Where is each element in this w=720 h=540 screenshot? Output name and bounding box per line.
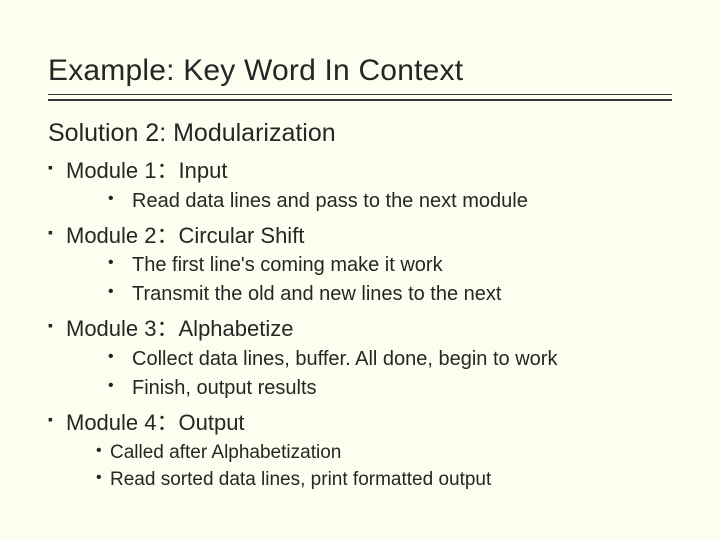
module-point: Called after Alphabetization: [96, 440, 672, 466]
module-point: Collect data lines, buffer. All done, be…: [108, 346, 672, 373]
module-item: Module 2：Circular Shift The first line's…: [48, 221, 672, 309]
module-heading: Module 1：Input: [66, 158, 227, 183]
module-points: Read data lines and pass to the next mod…: [66, 188, 672, 215]
title-underline: [48, 95, 672, 101]
module-list: Module 1：Input Read data lines and pass …: [48, 156, 672, 493]
module-point: Finish, output results: [108, 375, 672, 402]
module-item: Module 4：Output Called after Alphabetiza…: [48, 408, 672, 493]
slide-subtitle: Solution 2: Modularization: [48, 119, 672, 148]
module-heading: Module 2：Circular Shift: [66, 223, 304, 248]
module-point: Read sorted data lines, print formatted …: [96, 467, 672, 493]
module-heading: Module 4：Output: [66, 410, 245, 435]
module-points: Called after Alphabetization Read sorted…: [66, 440, 672, 493]
module-points: Collect data lines, buffer. All done, be…: [66, 346, 672, 402]
slide-title: Example: Key Word In Context: [48, 54, 672, 95]
module-point: Transmit the old and new lines to the ne…: [108, 281, 672, 308]
slide: Example: Key Word In Context Solution 2:…: [0, 0, 720, 540]
module-heading: Module 3：Alphabetize: [66, 316, 293, 341]
module-point: Read data lines and pass to the next mod…: [108, 188, 672, 215]
module-points: The first line's coming make it work Tra…: [66, 252, 672, 308]
module-item: Module 1：Input Read data lines and pass …: [48, 156, 672, 215]
module-point: The first line's coming make it work: [108, 252, 672, 279]
module-item: Module 3：Alphabetize Collect data lines,…: [48, 314, 672, 402]
